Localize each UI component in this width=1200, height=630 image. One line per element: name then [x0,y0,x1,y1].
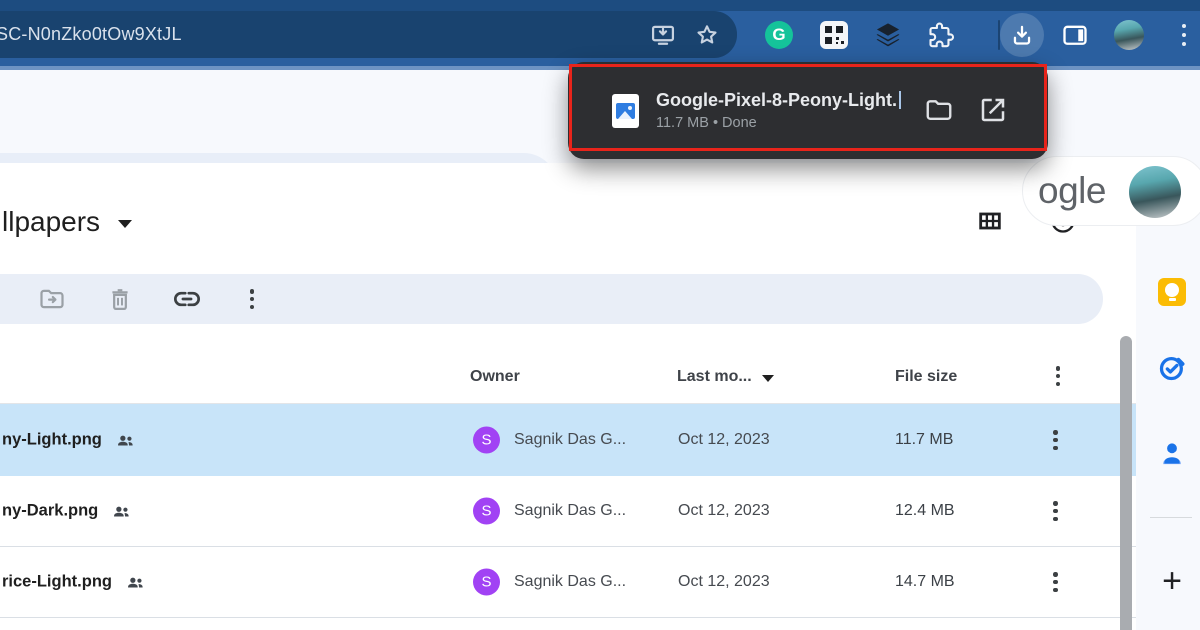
modified-date: Oct 12, 2023 [678,502,770,520]
shared-people-icon [111,501,132,522]
row-menu-button[interactable] [1053,497,1058,525]
tasks-icon [1158,354,1186,382]
download-icon [1009,22,1035,48]
file-size: 11.7 MB [895,431,953,449]
sidebar-divider [1150,517,1192,518]
contacts-app-button[interactable] [1158,439,1186,467]
delete-button[interactable] [106,285,134,313]
owner-avatar: S [473,569,500,596]
more-actions-button[interactable] [238,285,266,313]
layers-extension-icon[interactable] [874,21,902,49]
modified-date: Oct 12, 2023 [678,573,770,591]
owner-name: Sagnik Das G... [514,502,626,520]
shared-people-icon [115,430,136,451]
grid-view-icon [976,207,1004,235]
file-name: ny-Dark.png [2,502,98,521]
contacts-person-icon [1158,439,1186,467]
column-header-modified[interactable]: Last mo... [677,362,774,392]
downloads-button[interactable] [1000,13,1044,57]
tab-strip[interactable] [0,0,1200,11]
send-to-device-icon[interactable] [649,21,677,49]
file-row[interactable]: ny-Dark.png S Sagnik Das G... Oct 12, 20… [0,476,1136,547]
kebab-icon [1182,24,1186,28]
url-text: SC-N0nZko0tOw9XtJL [0,24,182,45]
column-settings-button[interactable] [1053,362,1063,390]
move-folder-icon [38,285,66,313]
bookmark-star-icon[interactable] [693,21,721,49]
screenshot-root: ogle llpapers [0,0,1200,630]
folder-title-dropdown[interactable]: llpapers [2,200,132,244]
grid-view-button[interactable] [976,207,1004,235]
move-to-folder-button[interactable] [38,285,66,313]
chevron-down-icon [118,220,132,228]
trash-icon [106,285,134,313]
copy-link-button[interactable] [173,285,201,313]
file-name: ny-Light.png [2,431,102,450]
side-panel-icon[interactable] [1061,21,1089,49]
account-widget[interactable]: ogle [1022,156,1200,226]
owner-name: Sagnik Das G... [514,431,626,449]
keep-icon [1158,278,1186,306]
tasks-app-button[interactable] [1158,354,1186,382]
browser-profile-avatar[interactable] [1114,20,1144,50]
file-row[interactable]: rice-Light.png S Sagnik Das G... Oct 12,… [0,547,1136,618]
browser-toolbar: SC-N0nZko0tOw9XtJL G [0,0,1200,70]
sort-caret-icon [762,375,774,382]
row-menu-button[interactable] [1053,426,1058,454]
link-icon [173,285,201,313]
column-header-owner[interactable]: Owner [470,362,520,392]
annotation-red-box [569,64,1047,151]
owner-avatar: S [473,498,500,525]
shared-people-icon [125,572,146,593]
address-bar[interactable]: SC-N0nZko0tOw9XtJL [0,11,737,58]
qr-extension-icon[interactable] [820,21,848,49]
add-apps-button[interactable]: + [1156,566,1188,598]
selection-toolbar [0,274,1103,324]
row-menu-button[interactable] [1053,568,1058,596]
owner-avatar: S [473,427,500,454]
google-logo-text: ogle [1038,170,1106,212]
page-title: llpapers [2,206,100,238]
file-size: 14.7 MB [895,573,955,591]
owner-name: Sagnik Das G... [514,573,626,591]
file-row[interactable]: ny-Light.png S Sagnik Das G... Oct 12, 2… [0,404,1136,476]
kebab-icon [250,289,255,294]
column-header-size[interactable]: File size [895,362,957,392]
extensions-puzzle-icon[interactable] [927,21,955,49]
file-size: 12.4 MB [895,502,955,520]
profile-avatar[interactable] [1129,166,1181,218]
modified-date: Oct 12, 2023 [678,431,770,449]
download-bubble[interactable]: Google-Pixel-8-Peony-Light. 11.7 MB • Do… [568,62,1048,159]
file-name: rice-Light.png [2,573,112,592]
keep-app-button[interactable] [1158,278,1186,306]
grammarly-extension-icon[interactable]: G [765,21,793,49]
chrome-menu-button[interactable] [1180,24,1188,46]
vertical-scrollbar[interactable] [1120,336,1132,630]
